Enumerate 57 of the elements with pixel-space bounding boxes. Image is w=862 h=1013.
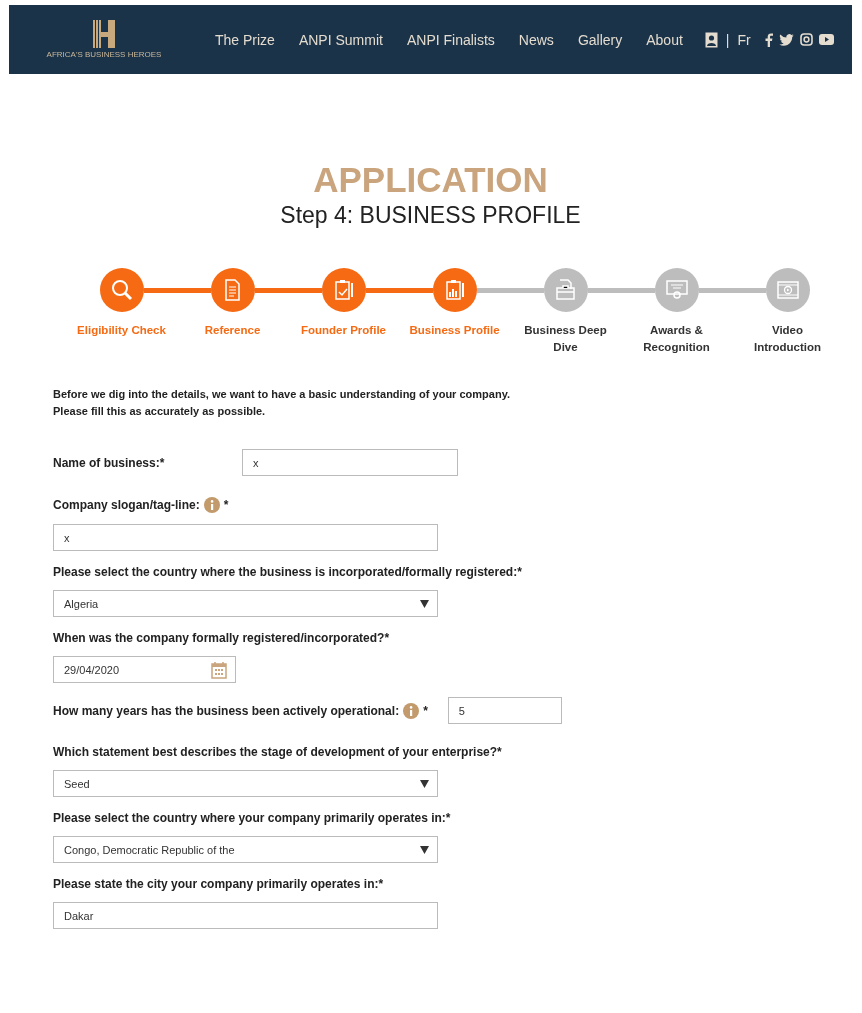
field-label: Please select the country where the business is incorporated/formally registered:* [53,565,522,579]
instagram-icon[interactable] [799,33,813,46]
text-field[interactable]: 5 [447,697,562,724]
field-label: When was the company formally registered/incorporated?* [53,631,390,645]
caret-icon [420,845,429,854]
logo-icon [93,20,115,48]
step-label: Business Deep Dive [523,323,608,355]
user-icon[interactable] [704,31,718,48]
caret-icon [420,599,429,608]
step-marker[interactable] [654,268,699,312]
language-link[interactable]: Fr [737,31,751,48]
field-label: Please state the city your company primarily operates in:* [53,877,384,891]
field-label: Company slogan/tag-line: [53,498,200,512]
step-marker[interactable] [321,268,366,312]
step-label: Founder Profile [300,323,387,338]
twitter-icon[interactable] [778,33,794,46]
logo-text: AFRICA'S BUSINESS HEROES [46,50,162,59]
select-field[interactable]: Algeria [53,590,438,617]
nav-link[interactable]: ANPI Summit [298,31,383,48]
youtube-icon[interactable] [818,34,834,45]
intro-text: Before we dig into the details, we want to have a basic understanding of your company. [53,387,511,402]
intro-text: Please fill this as accurately as possible. [53,404,267,419]
step-marker[interactable] [432,268,477,312]
step-subtitle: Step 4: BUSINESS PROFILE [280,201,581,230]
step-marker[interactable] [210,268,255,312]
field-label: Name of business:* [53,455,165,470]
separator: | [725,31,730,48]
field-label: How many years has the business been actively operational: [53,703,400,718]
step-label: Business Profile [408,323,501,338]
text-field[interactable]: x [53,524,438,551]
required-mark: * [223,498,229,512]
step-marker[interactable] [765,268,810,312]
calendar-icon[interactable] [211,660,227,679]
step-label: Video Introduction [752,323,823,355]
info-icon[interactable] [403,702,420,719]
nav-link[interactable]: ANPI Finalists [406,31,495,48]
step-label: Reference [203,323,262,338]
step-label: Awards & Recognition [642,323,711,355]
required-mark: * [423,703,428,718]
nav-link[interactable]: About [646,31,683,48]
step-marker[interactable] [99,268,144,312]
caret-icon [420,779,429,788]
select-field[interactable]: Seed [53,770,438,797]
nav-link[interactable]: Gallery [577,31,623,48]
step-marker[interactable] [543,268,588,312]
step-label: Eligibility Check [76,323,167,338]
info-icon[interactable] [203,497,220,513]
field-label: Which statement best describes the stage of development of your enterprise?* [53,745,502,759]
facebook-icon[interactable] [764,32,773,47]
page-title: APPLICATION [313,160,548,200]
text-field[interactable]: Dakar [53,902,438,929]
nav-link[interactable]: News [518,31,554,48]
date-field[interactable]: 29/04/2020 [53,656,236,683]
text-field[interactable]: x [242,449,458,476]
select-field[interactable]: Congo, Democratic Republic of the [53,836,438,863]
field-label: Please select the country where your company primarily operates in:* [53,811,451,825]
nav-link[interactable]: The Prize [215,31,275,48]
